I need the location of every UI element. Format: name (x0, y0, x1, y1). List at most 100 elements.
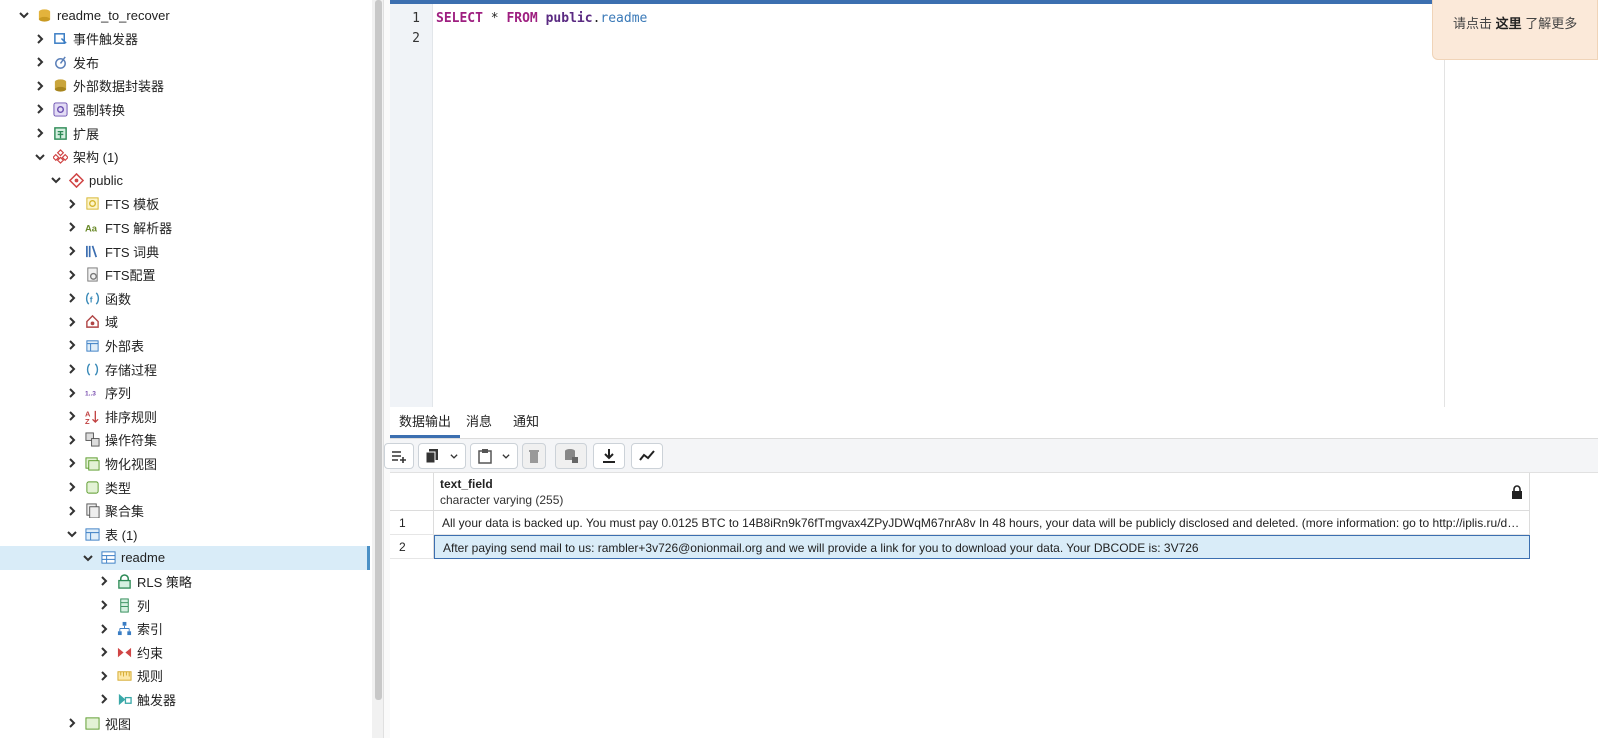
tree-item[interactable]: 规则 (0, 664, 370, 688)
tree-item-label: FTS配置 (105, 268, 156, 284)
chevron-right-icon[interactable] (96, 573, 112, 589)
toast-link[interactable]: 这里 (1496, 16, 1522, 31)
save-data-button[interactable] (555, 443, 587, 469)
tree-item[interactable]: Aa FTS 解析器 (0, 215, 370, 239)
tree-item[interactable]: public (0, 168, 370, 192)
tree-item-label: 视图 (105, 716, 132, 732)
chevron-right-icon[interactable] (96, 621, 112, 637)
chevron-right-icon[interactable] (32, 101, 48, 117)
chevron-right-icon[interactable] (96, 644, 112, 660)
tree-item[interactable]: 发布 (0, 50, 370, 74)
sql-code[interactable]: SELECT * FROM public.readme (436, 11, 647, 26)
tab-notifications[interactable]: 通知 (504, 407, 548, 438)
chevron-right-icon[interactable] (64, 337, 80, 353)
tree-item-label: 强制转换 (73, 102, 126, 118)
table-cell[interactable]: After paying send mail to us: rambler+3v… (434, 535, 1530, 559)
chevron-down-icon[interactable] (64, 526, 80, 542)
tree-item[interactable]: 类型 (0, 475, 370, 499)
chevron-right-icon[interactable] (64, 503, 80, 519)
chevron-right-icon[interactable] (64, 196, 80, 212)
chevron-right-icon[interactable] (32, 31, 48, 47)
tree-item[interactable]: FTS 词典 (0, 239, 370, 263)
tree-item[interactable]: readme_to_recover (0, 3, 370, 27)
delete-button[interactable] (522, 443, 546, 469)
download-button[interactable] (593, 443, 625, 469)
tree-item[interactable]: 操作符集 (0, 428, 370, 452)
tree-item[interactable]: 列 (0, 593, 370, 617)
chevron-down-icon (450, 454, 458, 459)
tree-item[interactable]: 事件触发器 (0, 27, 370, 51)
tree-item[interactable]: 触发器 (0, 687, 370, 711)
schema-icon (68, 172, 84, 188)
chevron-right-icon[interactable] (64, 267, 80, 283)
tree-item[interactable]: 存储过程 (0, 357, 370, 381)
table-row[interactable]: 2 After paying send mail to us: rambler+… (390, 535, 1530, 559)
tree-item[interactable]: 索引 (0, 617, 370, 641)
chevron-down-icon[interactable] (80, 550, 96, 566)
chevron-right-icon[interactable] (64, 219, 80, 235)
fts-template-icon (84, 196, 100, 212)
chevron-right-icon[interactable] (64, 385, 80, 401)
chevron-down-icon[interactable] (32, 149, 48, 165)
tree-item[interactable]: f 函数 (0, 286, 370, 310)
notification-toast[interactable]: 请点击 这里 了解更多 (1432, 0, 1598, 60)
chevron-right-icon[interactable] (64, 455, 80, 471)
chevron-right-icon[interactable] (32, 54, 48, 70)
graph-visualiser-button[interactable] (631, 443, 663, 469)
tree-item[interactable]: 聚合集 (0, 499, 370, 523)
tree-item[interactable]: 外部表 (0, 333, 370, 357)
chevron-right-icon[interactable] (64, 432, 80, 448)
toast-suffix: 了解更多 (1521, 16, 1578, 31)
chevron-right-icon[interactable] (32, 78, 48, 94)
panel-divider[interactable] (383, 0, 390, 738)
row-number[interactable]: 1 (390, 511, 434, 535)
chevron-right-icon[interactable] (64, 408, 80, 424)
tree-item[interactable]: 物化视图 (0, 451, 370, 475)
tree-item[interactable]: FTS配置 (0, 263, 370, 287)
tree-item[interactable]: 表 (1) (0, 522, 370, 546)
tree-item[interactable]: 视图 (0, 711, 370, 735)
index-icon (116, 621, 132, 637)
tree-item[interactable]: 扩展 (0, 121, 370, 145)
tree-item[interactable]: RLS 策略 (0, 569, 370, 593)
tree-item-label: 操作符集 (105, 433, 158, 449)
chevron-right-icon[interactable] (64, 290, 80, 306)
paste-button[interactable] (470, 443, 518, 469)
tables-icon (84, 526, 100, 542)
chevron-right-icon[interactable] (64, 243, 80, 259)
tab-messages[interactable]: 消息 (457, 407, 501, 438)
chevron-right-icon[interactable] (64, 361, 80, 377)
chevron-down-icon[interactable] (48, 172, 64, 188)
table-icon (100, 550, 116, 566)
tree-item[interactable]: 域 (0, 310, 370, 334)
row-number[interactable]: 2 (390, 535, 434, 559)
column-header-text-field[interactable]: text_field character varying (255) (434, 473, 1530, 511)
chevron-right-icon[interactable] (64, 314, 80, 330)
chevron-right-icon[interactable] (32, 125, 48, 141)
chevron-down-icon[interactable] (16, 7, 32, 23)
lock-icon (1512, 485, 1522, 499)
tree-item[interactable]: 1..3 序列 (0, 381, 370, 405)
tree-item[interactable]: FTS 模板 (0, 192, 370, 216)
tree-item[interactable]: 强制转换 (0, 97, 370, 121)
result-tabs: 数据输出 消息 通知 (390, 407, 1598, 439)
chevron-right-icon[interactable] (96, 597, 112, 613)
add-row-button[interactable] (384, 443, 414, 469)
tree-item[interactable]: readme (0, 545, 370, 570)
tab-data-output[interactable]: 数据输出 (390, 407, 461, 438)
tree-scrollbar-thumb[interactable] (375, 0, 382, 700)
chevron-right-icon[interactable] (64, 479, 80, 495)
table-cell[interactable]: All your data is backed up. You must pay… (434, 511, 1530, 535)
tree-item[interactable]: A Z 排序规则 (0, 404, 370, 428)
tree-item-label: 表 (1) (105, 527, 138, 543)
chevron-right-icon[interactable] (96, 668, 112, 684)
chevron-right-icon[interactable] (64, 715, 80, 731)
table-row[interactable]: 1 All your data is backed up. You must p… (390, 511, 1530, 535)
tree-item[interactable]: 架构 (1) (0, 145, 370, 169)
tree-item[interactable]: 约束 (0, 640, 370, 664)
copy-button[interactable] (418, 443, 466, 469)
query-editor[interactable]: 1 2 SELECT * FROM public.readme (390, 0, 1598, 407)
tree-item[interactable]: 外部数据封装器 (0, 74, 370, 98)
chevron-right-icon[interactable] (96, 691, 112, 707)
grid-corner[interactable] (390, 473, 434, 511)
